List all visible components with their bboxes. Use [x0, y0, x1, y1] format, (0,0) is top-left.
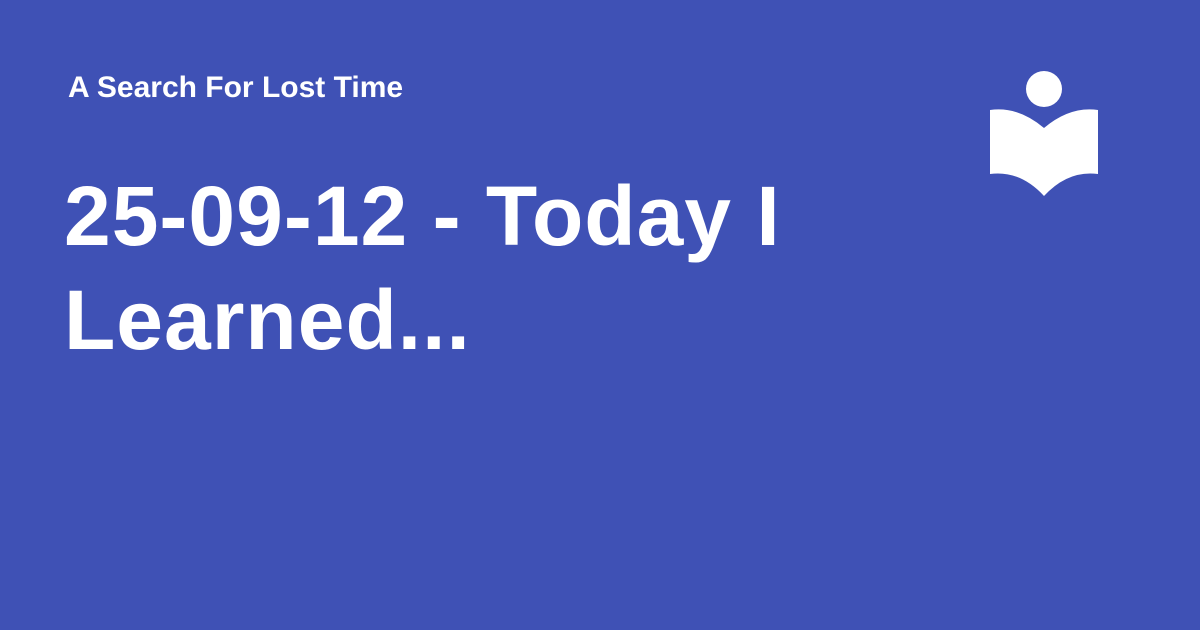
open-book-shape: [990, 109, 1098, 196]
book-reader-icon: [988, 70, 1100, 198]
page-title: 25-09-12 - Today I Learned...: [64, 169, 781, 367]
site-name: A Search For Lost Time: [68, 71, 404, 104]
reader-head-shape: [1026, 71, 1062, 107]
social-preview-card: A Search For Lost Time 25-09-12 - Today …: [0, 0, 1200, 630]
